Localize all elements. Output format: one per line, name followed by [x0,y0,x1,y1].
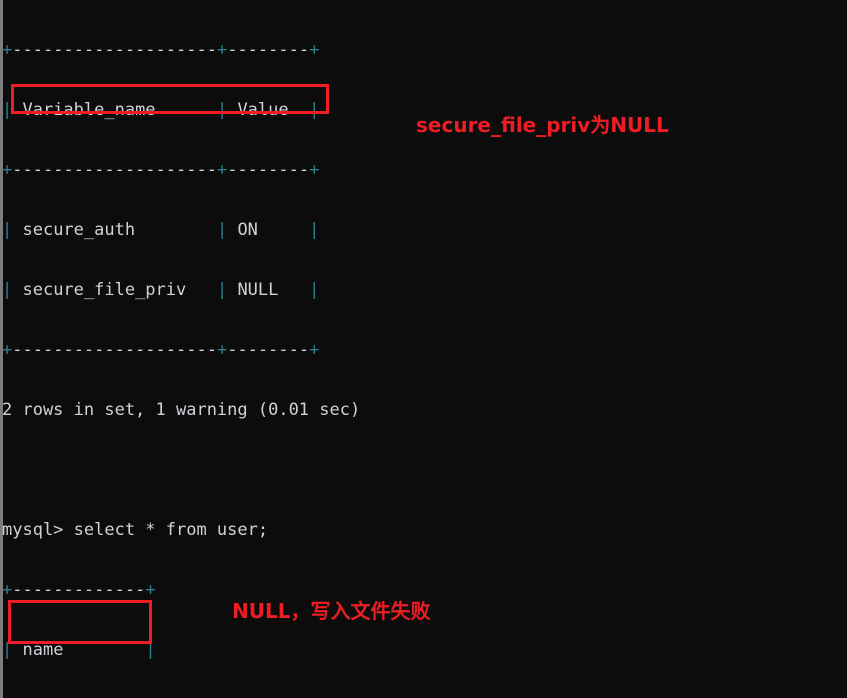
terminal-line: +--------------------+--------+ [2,40,320,60]
terminal-screenshot: +--------------------+--------+ | Variab… [0,0,847,698]
terminal-line: | secure_auth | ON | [2,220,320,240]
terminal-line: +--------------------+--------+ [2,340,320,360]
terminal-line: +--------------------+--------+ [2,160,320,180]
terminal-line: | name | [2,640,156,660]
annotation-write-fail: NULL，写入文件失败 [232,599,431,623]
terminal-line: mysql> select * from user; [2,520,269,540]
annotation-secure-file-priv: secure_file_priv为NULL [416,113,669,137]
terminal-output[interactable]: +--------------------+--------+ | Variab… [0,0,847,698]
terminal-line: 2 rows in set, 1 warning (0.01 sec) [2,400,361,420]
terminal-line: | secure_file_priv | NULL | [2,280,320,300]
terminal-line: +-------------+ [2,580,156,600]
